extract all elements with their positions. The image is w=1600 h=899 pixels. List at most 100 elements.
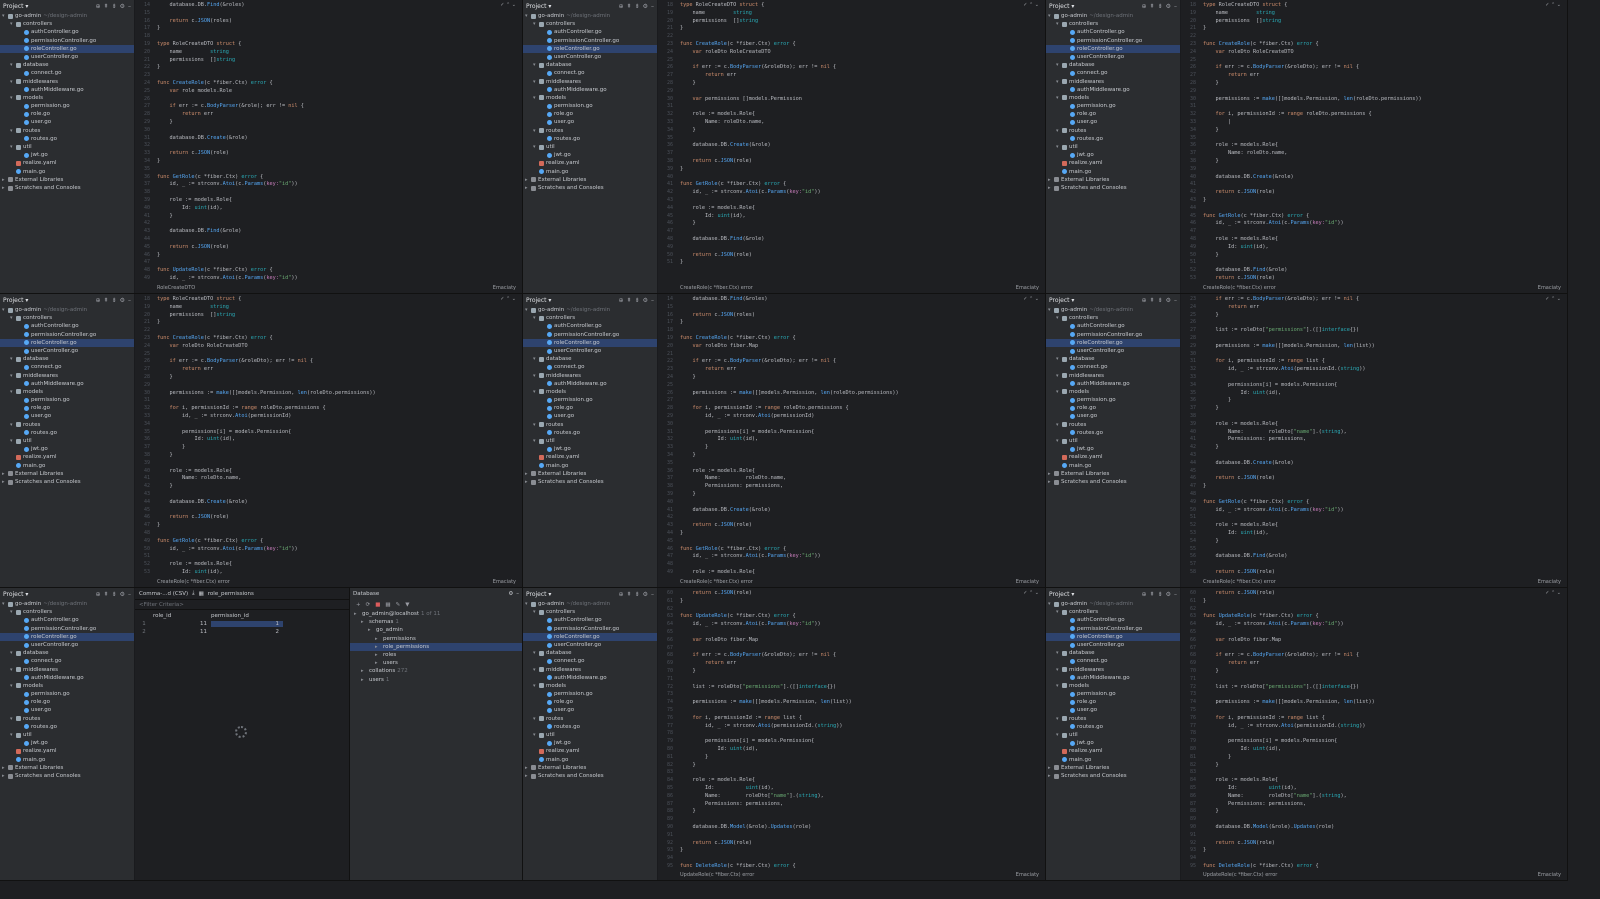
tree-item-realize-yaml[interactable]: realize.yaml <box>523 453 657 461</box>
tree-item-authcontroller-go[interactable]: authController.go <box>523 28 657 36</box>
tree-item-routes[interactable]: ▾ routes <box>1046 127 1180 135</box>
project-panel[interactable]: Project ▾ ⊕ ⇞ ⇟ ⚙ – ▾ go-admin ~/design-admin ▾ c… <box>0 0 135 293</box>
code-line[interactable]: permissions []string <box>1203 18 1563 26</box>
code-line[interactable] <box>680 382 1041 390</box>
code-line[interactable]: Id: uint(id), <box>157 205 518 213</box>
tree-item-routes[interactable]: ▾ routes <box>0 715 134 723</box>
code-line[interactable]: func DeleteRole(c *fiber.Ctx) error { <box>1203 863 1563 871</box>
project-panel[interactable]: Project ▾ ⊕ ⇞ ⇟ ⚙ – ▾ go-admin ~/design-admin ▾ c… <box>1046 0 1181 293</box>
code-line[interactable] <box>680 57 1041 65</box>
project-panel[interactable]: Project ▾ ⊕ ⇞ ⇟ ⚙ – ▾ go-admin ~/design-admin ▾ c… <box>0 294 135 587</box>
code-line[interactable] <box>680 88 1041 96</box>
code-line[interactable]: permissions[i] = models.Permission{ <box>680 738 1041 746</box>
code-line[interactable]: role := models.Role{ <box>680 111 1041 119</box>
tree-item-rolecontroller-go[interactable]: roleController.go <box>1046 338 1180 347</box>
code-line[interactable] <box>680 351 1041 359</box>
code-line[interactable] <box>1203 57 1563 65</box>
refresh-icon[interactable]: ⟳ <box>366 602 371 608</box>
tree-item-authmiddleware-go[interactable]: authMiddleware.go <box>523 380 657 388</box>
code-line[interactable]: permissions := make([]models.Permission,… <box>157 390 518 398</box>
project-panel-title[interactable]: Project ▾ <box>3 3 28 10</box>
editor-inspection-widget[interactable]: ✓ ⌃ ⌄ <box>1023 590 1039 596</box>
tree-item-role-go[interactable]: role.go <box>523 698 657 706</box>
tree-item-routes-go[interactable]: routes.go <box>0 723 134 731</box>
code-line[interactable]: } <box>157 374 518 382</box>
tree-item-controllers[interactable]: ▾ controllers <box>1046 608 1180 616</box>
tree-item-authcontroller-go[interactable]: authController.go <box>1046 322 1180 330</box>
code-line[interactable] <box>1203 832 1563 840</box>
settings-icon[interactable]: ⚙ <box>643 297 648 304</box>
code-line[interactable]: id, _ := strconv.Atoi(c.Params(key:"id")… <box>1203 621 1563 629</box>
code-line[interactable]: } <box>1203 538 1563 546</box>
tree-item-models[interactable]: ▾ models <box>523 388 657 396</box>
code-line[interactable]: type RoleCreateDTO struct { <box>157 41 518 49</box>
code-line[interactable]: id, _ := strconv.Atoi(permissionId) <box>680 413 1041 421</box>
db-tree-item[interactable]: ▸ users 1 <box>350 676 522 684</box>
breadcrumb[interactable]: UpdateRole(c *fiber.Ctx) error <box>1203 872 1277 878</box>
tree-item-database[interactable]: ▾ database <box>523 649 657 657</box>
code-line[interactable]: id, _ := strconv.Atoi(permissionId.(stri… <box>680 723 1041 731</box>
tree-item-rolecontroller-go[interactable]: roleController.go <box>1046 44 1180 53</box>
code-line[interactable]: return err <box>1203 304 1563 312</box>
code-line[interactable]: } <box>680 754 1041 762</box>
code-line[interactable] <box>157 553 518 561</box>
code-line[interactable]: var permissions []models.Permission <box>680 96 1041 104</box>
code-line[interactable]: type RoleCreateDTO struct { <box>157 296 518 304</box>
tree-item-jwt-go[interactable]: jwt.go <box>0 445 134 453</box>
locate-icon[interactable]: ⊕ <box>96 591 101 598</box>
code-line[interactable]: var roleDto fiber.Map <box>680 343 1041 351</box>
tree-item-main-go[interactable]: main.go <box>523 462 657 470</box>
tree-item-go-admin[interactable]: ▾ go-admin ~/design-admin <box>523 600 657 608</box>
project-panel[interactable]: Project ▾ ⊕ ⇞ ⇟ ⚙ – ▾ go-admin ~/design-admin ▾ c… <box>1046 588 1181 880</box>
project-panel-title[interactable]: Project ▾ <box>526 297 551 304</box>
code-line[interactable] <box>680 676 1041 684</box>
tree-item-permissioncontroller-go[interactable]: permissionController.go <box>0 37 134 45</box>
code-line[interactable]: role := models.Role{ <box>1203 421 1563 429</box>
code-line[interactable]: Id: uint(id), <box>680 213 1041 221</box>
tree-item-external-libraries[interactable]: ▸ External Libraries <box>523 176 657 184</box>
tree-item-main-go[interactable]: main.go <box>0 462 134 470</box>
code-line[interactable]: return c.JSON(role) <box>1203 840 1563 848</box>
code-line[interactable]: Name: roleDto["name"].(string), <box>1203 793 1563 801</box>
code-line[interactable]: func GetRole(c *fiber.Ctx) error { <box>680 546 1041 554</box>
collapse-icon[interactable]: ⇞ <box>104 297 109 304</box>
code-line[interactable]: } <box>157 119 518 127</box>
tree-item-permissioncontroller-go[interactable]: permissionController.go <box>523 331 657 339</box>
code-editor[interactable]: 14 15 16 17 18 19 20 21 22 23 24 25 26 27 28 29 30 31 32 33… <box>135 0 522 293</box>
code-line[interactable]: } <box>157 483 518 491</box>
tree-item-routes-go[interactable]: routes.go <box>523 135 657 143</box>
expand-icon[interactable]: ⇟ <box>1158 297 1163 304</box>
tree-item-connect-go[interactable]: connect.go <box>1046 657 1180 665</box>
table-cell[interactable]: 11 <box>153 621 211 627</box>
tree-item-user-go[interactable]: user.go <box>523 412 657 420</box>
minimize-icon[interactable]: – <box>651 3 654 10</box>
tree-item-role-go[interactable]: role.go <box>0 110 134 118</box>
code-line[interactable]: Id: uint(id), <box>157 436 518 444</box>
code-line[interactable]: } <box>680 762 1041 770</box>
code-line[interactable]: return err <box>680 72 1041 80</box>
db-result-grid[interactable]: Comma-...d (CSV) ⤓ ▦ role_permissions <F… <box>135 588 350 880</box>
code-line[interactable]: } <box>680 491 1041 499</box>
expand-icon[interactable]: ⇟ <box>1158 591 1163 598</box>
code-line[interactable]: name string <box>680 10 1041 18</box>
code-line[interactable] <box>1203 351 1563 359</box>
tree-item-routes[interactable]: ▾ routes <box>0 421 134 429</box>
code-line[interactable] <box>157 327 518 335</box>
tree-item-routes[interactable]: ▾ routes <box>523 421 657 429</box>
editor-inspection-widget[interactable]: ✓ ⌃ ⌄ <box>1023 2 1039 8</box>
code-line[interactable]: database.DB.Find(&role) <box>157 228 518 236</box>
add-icon[interactable]: + <box>356 602 361 608</box>
code-line[interactable]: Permissions: permissions, <box>680 801 1041 809</box>
tree-item-rolecontroller-go[interactable]: roleController.go <box>0 44 134 53</box>
tree-item-database[interactable]: ▾ database <box>1046 61 1180 69</box>
table-icon[interactable]: ▦ <box>385 602 390 608</box>
code-line[interactable]: } <box>1203 197 1563 205</box>
editor-inspection-widget[interactable]: ✓ ⌃ ⌄ <box>500 296 516 302</box>
code-line[interactable]: database.DB.Find(&roles) <box>680 296 1041 304</box>
code-line[interactable]: return c.JSON(role) <box>680 252 1041 260</box>
tree-item-jwt-go[interactable]: jwt.go <box>523 151 657 159</box>
tree-item-permission-go[interactable]: permission.go <box>1046 396 1180 404</box>
code-line[interactable]: func CreateRole(c *fiber.Ctx) error { <box>157 80 518 88</box>
code-line[interactable]: id, _ := strconv.Atoi(permissionId.(stri… <box>1203 366 1563 374</box>
code-line[interactable]: } <box>680 220 1041 228</box>
